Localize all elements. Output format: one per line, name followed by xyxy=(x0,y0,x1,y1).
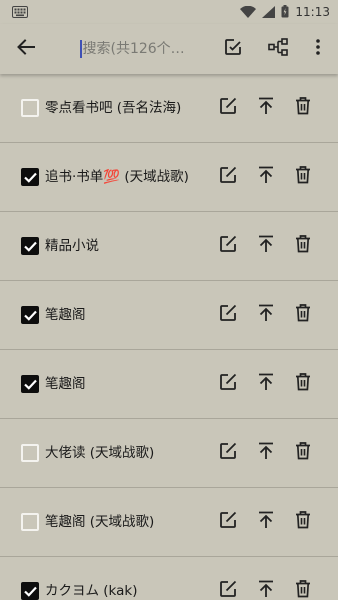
move-top-icon xyxy=(258,442,274,464)
delete-icon xyxy=(295,235,311,257)
move-to-top-button[interactable] xyxy=(255,235,277,257)
edit-button[interactable] xyxy=(217,166,239,188)
source-name: 精品小说 xyxy=(45,238,99,254)
delete-button[interactable] xyxy=(292,442,314,464)
select-checkbox[interactable] xyxy=(21,99,39,117)
select-checkbox[interactable] xyxy=(21,513,39,531)
checkmark-icon xyxy=(23,241,37,252)
move-to-top-button[interactable] xyxy=(255,442,277,464)
move-to-top-button[interactable] xyxy=(255,97,277,119)
delete-button[interactable] xyxy=(292,373,314,395)
edit-button[interactable] xyxy=(217,304,239,326)
edit-icon xyxy=(219,373,237,395)
edit-icon xyxy=(219,442,237,464)
select-checkbox[interactable] xyxy=(21,168,39,186)
move-to-top-button[interactable] xyxy=(255,373,277,395)
back-button[interactable] xyxy=(14,37,38,61)
select-checkbox[interactable] xyxy=(21,444,39,462)
edit-icon xyxy=(219,235,237,257)
delete-icon xyxy=(295,511,311,533)
keyboard-icon xyxy=(12,3,28,22)
delete-button[interactable] xyxy=(292,580,314,600)
source-name: カクヨム (kak) xyxy=(45,583,138,599)
select-checkbox[interactable] xyxy=(21,582,39,600)
move-top-icon xyxy=(258,304,274,326)
checkmark-icon xyxy=(23,379,37,390)
signal-icon xyxy=(262,3,276,22)
edit-icon xyxy=(219,511,237,533)
list-item: 零点看书吧 (吾名法海) xyxy=(0,74,338,143)
delete-button[interactable] xyxy=(292,166,314,188)
list-item: 精品小说 xyxy=(0,212,338,281)
move-top-icon xyxy=(258,511,274,533)
edit-button[interactable] xyxy=(217,511,239,533)
source-name: 笔趣阁 (天域战歌) xyxy=(45,514,155,530)
move-to-top-button[interactable] xyxy=(255,304,277,326)
edit-icon xyxy=(219,304,237,326)
search-input[interactable] xyxy=(82,41,193,57)
delete-icon xyxy=(295,580,311,600)
move-to-top-button[interactable] xyxy=(255,166,277,188)
checkmark-icon xyxy=(23,172,37,183)
delete-icon xyxy=(295,442,311,464)
edit-button[interactable] xyxy=(217,97,239,119)
delete-icon xyxy=(295,97,311,119)
select-checkbox[interactable] xyxy=(21,306,39,324)
source-name: 笔趣阁 xyxy=(45,307,86,323)
move-top-icon xyxy=(258,580,274,600)
edit-button[interactable] xyxy=(217,442,239,464)
edit-icon xyxy=(219,166,237,188)
move-top-icon xyxy=(258,373,274,395)
list-item: 笔趣阁 (天域战歌) xyxy=(0,488,338,557)
delete-button[interactable] xyxy=(292,235,314,257)
list-item: 笔趣阁 xyxy=(0,281,338,350)
checkmark-icon xyxy=(23,310,37,321)
source-name: 大佬读 (天域战歌) xyxy=(45,445,155,461)
edit-icon xyxy=(219,580,237,600)
battery-icon xyxy=(281,3,289,22)
source-list: 零点看书吧 (吾名法海) 追书·书单💯 (天域战歌) 精品小说 笔趣阁 笔趣阁 … xyxy=(0,74,338,600)
move-to-top-button[interactable] xyxy=(255,511,277,533)
select-checkbox[interactable] xyxy=(21,237,39,255)
delete-button[interactable] xyxy=(292,304,314,326)
check-edit-icon xyxy=(224,38,242,60)
source-name: 笔趣阁 xyxy=(45,376,86,392)
more-vert-icon xyxy=(316,39,320,59)
delete-icon xyxy=(295,304,311,326)
status-time: 11:13 xyxy=(295,5,330,19)
edit-button[interactable] xyxy=(217,580,239,600)
text-caret xyxy=(80,40,82,58)
delete-icon xyxy=(295,373,311,395)
source-name: 零点看书吧 (吾名法海) xyxy=(45,100,182,116)
delete-button[interactable] xyxy=(292,97,314,119)
wifi-icon xyxy=(240,3,257,22)
group-button[interactable] xyxy=(266,37,290,61)
list-item: 笔趣阁 xyxy=(0,350,338,419)
edit-button[interactable] xyxy=(217,235,239,257)
list-item: 追书·书单💯 (天域战歌) xyxy=(0,143,338,212)
status-bar: 11:13 xyxy=(0,0,338,24)
edit-button[interactable] xyxy=(217,373,239,395)
list-item: 大佬读 (天域战歌) xyxy=(0,419,338,488)
move-top-icon xyxy=(258,235,274,257)
search-field[interactable] xyxy=(80,36,200,62)
delete-button[interactable] xyxy=(292,511,314,533)
checkmark-icon xyxy=(23,586,37,597)
list-item: カクヨム (kak) xyxy=(0,557,338,600)
tree-structure-icon xyxy=(268,38,288,60)
move-to-top-button[interactable] xyxy=(255,580,277,600)
delete-icon xyxy=(295,166,311,188)
app-bar xyxy=(0,24,338,74)
edit-icon xyxy=(219,97,237,119)
move-top-icon xyxy=(258,97,274,119)
back-arrow-icon xyxy=(17,39,35,59)
more-options-button[interactable] xyxy=(306,37,330,61)
select-checkbox[interactable] xyxy=(21,375,39,393)
select-all-button[interactable] xyxy=(221,37,245,61)
move-top-icon xyxy=(258,166,274,188)
source-name: 追书·书单💯 (天域战歌) xyxy=(45,169,189,185)
